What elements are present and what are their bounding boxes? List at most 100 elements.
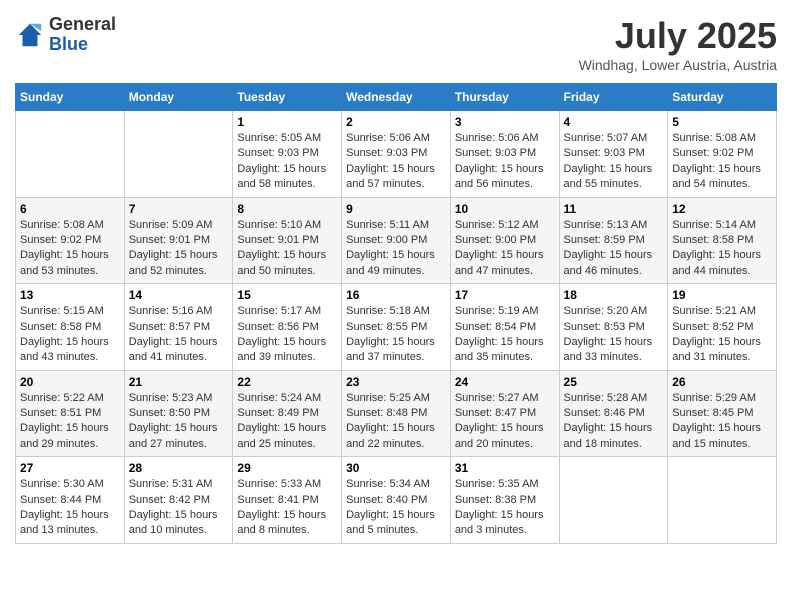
table-cell: 18Sunrise: 5:20 AM Sunset: 8:53 PM Dayli… — [559, 284, 668, 371]
calendar-table: Sunday Monday Tuesday Wednesday Thursday… — [15, 83, 777, 544]
day-info: Sunrise: 5:08 AM Sunset: 9:02 PM Dayligh… — [20, 218, 120, 280]
day-number: 31 — [455, 461, 555, 475]
day-info: Sunrise: 5:17 AM Sunset: 8:56 PM Dayligh… — [237, 304, 337, 366]
day-info: Sunrise: 5:23 AM Sunset: 8:50 PM Dayligh… — [129, 391, 229, 453]
col-tuesday: Tuesday — [233, 84, 342, 111]
table-cell — [559, 457, 668, 544]
day-info: Sunrise: 5:29 AM Sunset: 8:45 PM Dayligh… — [672, 391, 772, 453]
day-info: Sunrise: 5:08 AM Sunset: 9:02 PM Dayligh… — [672, 131, 772, 193]
day-number: 27 — [20, 461, 120, 475]
table-cell: 6Sunrise: 5:08 AM Sunset: 9:02 PM Daylig… — [16, 197, 125, 284]
table-cell: 16Sunrise: 5:18 AM Sunset: 8:55 PM Dayli… — [342, 284, 451, 371]
day-number: 17 — [455, 288, 555, 302]
day-info: Sunrise: 5:33 AM Sunset: 8:41 PM Dayligh… — [237, 477, 337, 539]
table-cell: 2Sunrise: 5:06 AM Sunset: 9:03 PM Daylig… — [342, 111, 451, 198]
table-cell: 15 Sunrise: 5:17 AM Sunset: 8:56 PM Dayli… — [233, 284, 342, 371]
day-number: 30 — [346, 461, 446, 475]
calendar-week-row: 6Sunrise: 5:08 AM Sunset: 9:02 PM Daylig… — [16, 197, 777, 284]
day-number: 19 — [672, 288, 772, 302]
calendar-week-row: 20Sunrise: 5:22 AM Sunset: 8:51 PM Dayli… — [16, 370, 777, 457]
table-cell — [16, 111, 125, 198]
day-number: 12 — [672, 202, 772, 216]
col-wednesday: Wednesday — [342, 84, 451, 111]
day-number: 8 — [237, 202, 337, 216]
day-info: Sunrise: 5:19 AM Sunset: 8:54 PM Dayligh… — [455, 304, 555, 366]
day-number: 9 — [346, 202, 446, 216]
day-number: 13 — [20, 288, 120, 302]
calendar-week-row: 1Sunrise: 5:05 AM Sunset: 9:03 PM Daylig… — [16, 111, 777, 198]
day-info: Sunrise: 5:28 AM Sunset: 8:46 PM Dayligh… — [564, 391, 664, 453]
day-info: Sunrise: 5:09 AM Sunset: 9:01 PM Dayligh… — [129, 218, 229, 280]
day-info: Sunrise: 5:07 AM Sunset: 9:03 PM Dayligh… — [564, 131, 664, 193]
day-number: 11 — [564, 202, 664, 216]
table-cell: 5 Sunrise: 5:08 AM Sunset: 9:02 PM Daylig… — [668, 111, 777, 198]
calendar-week-row: 13Sunrise: 5:15 AM Sunset: 8:58 PM Dayli… — [16, 284, 777, 371]
title-block: July 2025 Windhag, Lower Austria, Austri… — [579, 15, 777, 73]
day-number: 16 — [346, 288, 446, 302]
day-number: 29 — [237, 461, 337, 475]
day-number: 23 — [346, 375, 446, 389]
day-info: Sunrise: 5:05 AM Sunset: 9:03 PM Dayligh… — [237, 131, 337, 193]
day-info: Sunrise: 5:16 AM Sunset: 8:57 PM Dayligh… — [129, 304, 229, 366]
day-number: 15 — [237, 288, 337, 302]
table-cell: 30 Sunrise: 5:34 AM Sunset: 8:40 PM Dayli… — [342, 457, 451, 544]
table-cell — [668, 457, 777, 544]
day-info: Sunrise: 5:27 AM Sunset: 8:47 PM Dayligh… — [455, 391, 555, 453]
table-cell: 7 Sunrise: 5:09 AM Sunset: 9:01 PM Daylig… — [124, 197, 233, 284]
month-title: July 2025 — [579, 15, 777, 57]
calendar-week-row: 27 Sunrise: 5:30 AM Sunset: 8:44 PM Dayli… — [16, 457, 777, 544]
table-cell: 19Sunrise: 5:21 AM Sunset: 8:52 PM Dayli… — [668, 284, 777, 371]
table-cell: 13Sunrise: 5:15 AM Sunset: 8:58 PM Dayli… — [16, 284, 125, 371]
table-cell: 21 Sunrise: 5:23 AM Sunset: 8:50 PM Dayli… — [124, 370, 233, 457]
table-cell: 10 Sunrise: 5:12 AM Sunset: 9:00 PM Dayli… — [450, 197, 559, 284]
day-number: 2 — [346, 115, 446, 129]
table-cell: 12 Sunrise: 5:14 AM Sunset: 8:58 PM Dayli… — [668, 197, 777, 284]
logo-icon — [15, 20, 45, 50]
day-info: Sunrise: 5:35 AM Sunset: 8:38 PM Dayligh… — [455, 477, 555, 539]
day-number: 14 — [129, 288, 229, 302]
table-cell: 17 Sunrise: 5:19 AM Sunset: 8:54 PM Dayli… — [450, 284, 559, 371]
day-info: Sunrise: 5:11 AM Sunset: 9:00 PM Dayligh… — [346, 218, 446, 280]
day-number: 7 — [129, 202, 229, 216]
table-cell: 31 Sunrise: 5:35 AM Sunset: 8:38 PM Dayli… — [450, 457, 559, 544]
col-monday: Monday — [124, 84, 233, 111]
day-number: 10 — [455, 202, 555, 216]
table-cell: 3 Sunrise: 5:06 AM Sunset: 9:03 PM Daylig… — [450, 111, 559, 198]
table-cell: 28 Sunrise: 5:31 AM Sunset: 8:42 PM Dayli… — [124, 457, 233, 544]
day-number: 24 — [455, 375, 555, 389]
day-info: Sunrise: 5:10 AM Sunset: 9:01 PM Dayligh… — [237, 218, 337, 280]
table-cell: 22 Sunrise: 5:24 AM Sunset: 8:49 PM Dayli… — [233, 370, 342, 457]
day-info: Sunrise: 5:30 AM Sunset: 8:44 PM Dayligh… — [20, 477, 120, 539]
table-cell: 14 Sunrise: 5:16 AM Sunset: 8:57 PM Dayli… — [124, 284, 233, 371]
day-info: Sunrise: 5:12 AM Sunset: 9:00 PM Dayligh… — [455, 218, 555, 280]
logo: General Blue — [15, 15, 116, 55]
table-cell: 24 Sunrise: 5:27 AM Sunset: 8:47 PM Dayli… — [450, 370, 559, 457]
day-number: 4 — [564, 115, 664, 129]
calendar-header-row: Sunday Monday Tuesday Wednesday Thursday… — [16, 84, 777, 111]
day-number: 22 — [237, 375, 337, 389]
col-friday: Friday — [559, 84, 668, 111]
table-cell: 8 Sunrise: 5:10 AM Sunset: 9:01 PM Daylig… — [233, 197, 342, 284]
col-thursday: Thursday — [450, 84, 559, 111]
day-number: 25 — [564, 375, 664, 389]
day-number: 5 — [672, 115, 772, 129]
day-info: Sunrise: 5:25 AM Sunset: 8:48 PM Dayligh… — [346, 391, 446, 453]
table-cell — [124, 111, 233, 198]
day-number: 3 — [455, 115, 555, 129]
day-info: Sunrise: 5:22 AM Sunset: 8:51 PM Dayligh… — [20, 391, 120, 453]
logo-general-text: General — [49, 14, 116, 34]
table-cell: 27 Sunrise: 5:30 AM Sunset: 8:44 PM Dayli… — [16, 457, 125, 544]
day-number: 26 — [672, 375, 772, 389]
day-info: Sunrise: 5:34 AM Sunset: 8:40 PM Dayligh… — [346, 477, 446, 539]
col-sunday: Sunday — [16, 84, 125, 111]
day-info: Sunrise: 5:06 AM Sunset: 9:03 PM Dayligh… — [455, 131, 555, 193]
day-info: Sunrise: 5:24 AM Sunset: 8:49 PM Dayligh… — [237, 391, 337, 453]
table-cell: 20Sunrise: 5:22 AM Sunset: 8:51 PM Dayli… — [16, 370, 125, 457]
day-number: 21 — [129, 375, 229, 389]
day-info: Sunrise: 5:14 AM Sunset: 8:58 PM Dayligh… — [672, 218, 772, 280]
day-info: Sunrise: 5:31 AM Sunset: 8:42 PM Dayligh… — [129, 477, 229, 539]
day-info: Sunrise: 5:20 AM Sunset: 8:53 PM Dayligh… — [564, 304, 664, 366]
table-cell: 23 Sunrise: 5:25 AM Sunset: 8:48 PM Dayli… — [342, 370, 451, 457]
logo-blue-text: Blue — [49, 34, 88, 54]
day-number: 28 — [129, 461, 229, 475]
